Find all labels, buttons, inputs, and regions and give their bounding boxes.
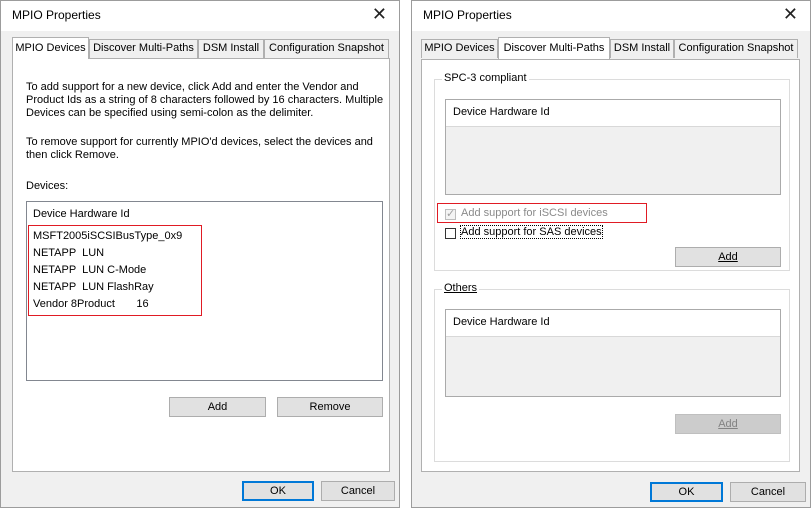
list-column-header: Device Hardware Id (453, 106, 550, 118)
instruction-line: To remove support for currently MPIO'd d… (26, 136, 373, 148)
tab-dsm-install[interactable]: DSM Install (198, 39, 264, 58)
title-bar: MPIO Properties ✕ (1, 1, 399, 31)
tab-mpio-devices[interactable]: MPIO Devices (12, 37, 89, 59)
spc3-group-label: SPC-3 compliant (442, 72, 529, 84)
tab-configuration-snapshot[interactable]: Configuration Snapshot (674, 39, 798, 58)
cancel-button[interactable]: Cancel (730, 482, 806, 502)
window-title: MPIO Properties (12, 8, 101, 22)
tab-discover-multi-paths[interactable]: Discover Multi-Paths (89, 39, 198, 58)
sas-checkbox-label: Add support for SAS devices (460, 225, 603, 239)
close-icon[interactable]: ✕ (372, 4, 387, 24)
spc3-device-list[interactable]: Device Hardware Id (445, 99, 781, 195)
tab-panel-mpio-devices: To add support for a new device, click A… (12, 58, 390, 472)
instruction-line: Product Ids as a string of 8 characters … (26, 94, 384, 106)
add-button-label: Add (718, 418, 738, 430)
add-button[interactable]: Add (675, 247, 781, 267)
mpio-properties-dialog-devices-tab: MPIO Properties ✕ MPIO Devices Discover … (0, 0, 400, 508)
sas-checkbox[interactable] (445, 228, 456, 239)
spc3-compliant-group: SPC-3 compliant Device Hardware Id ✓ Add… (434, 72, 790, 271)
highlight-annotation (437, 203, 647, 223)
list-column-header-row: Device Hardware Id (446, 310, 780, 337)
remove-instructions: To remove support for currently MPIO'd d… (26, 136, 386, 162)
ok-button[interactable]: OK (242, 481, 314, 501)
others-group-label: Others (442, 282, 480, 294)
list-column-header: Device Hardware Id (453, 316, 550, 328)
tab-dsm-install[interactable]: DSM Install (610, 39, 674, 58)
add-button-disabled[interactable]: Add (675, 414, 781, 434)
others-group: Others Device Hardware Id Add (434, 282, 790, 462)
instruction-line: To add support for a new device, click A… (26, 81, 359, 93)
window-title: MPIO Properties (423, 8, 512, 22)
close-icon[interactable]: ✕ (783, 4, 798, 24)
list-column-header-row: Device Hardware Id (446, 100, 780, 127)
list-column-header: Device Hardware Id (33, 208, 130, 220)
ok-button[interactable]: OK (650, 482, 723, 502)
tab-panel-discover-multi-paths: SPC-3 compliant Device Hardware Id ✓ Add… (421, 59, 800, 472)
tab-configuration-snapshot[interactable]: Configuration Snapshot (264, 39, 389, 58)
remove-button[interactable]: Remove (277, 397, 383, 417)
tab-mpio-devices[interactable]: MPIO Devices (421, 39, 498, 58)
add-button-label: Add (718, 251, 738, 263)
add-instructions: To add support for a new device, click A… (26, 81, 386, 120)
mpio-properties-dialog-discover-tab: MPIO Properties ✕ MPIO Devices Discover … (411, 0, 811, 508)
devices-label: Devices: (26, 180, 69, 192)
highlight-annotation (28, 225, 202, 316)
instruction-line: then click Remove. (26, 149, 119, 161)
others-device-list[interactable]: Device Hardware Id (445, 309, 781, 397)
title-bar: MPIO Properties ✕ (412, 1, 810, 31)
add-button[interactable]: Add (169, 397, 266, 417)
tab-discover-multi-paths[interactable]: Discover Multi-Paths (498, 37, 610, 59)
instruction-line: Devices can be specified using semi-colo… (26, 107, 314, 119)
cancel-button[interactable]: Cancel (321, 481, 395, 501)
